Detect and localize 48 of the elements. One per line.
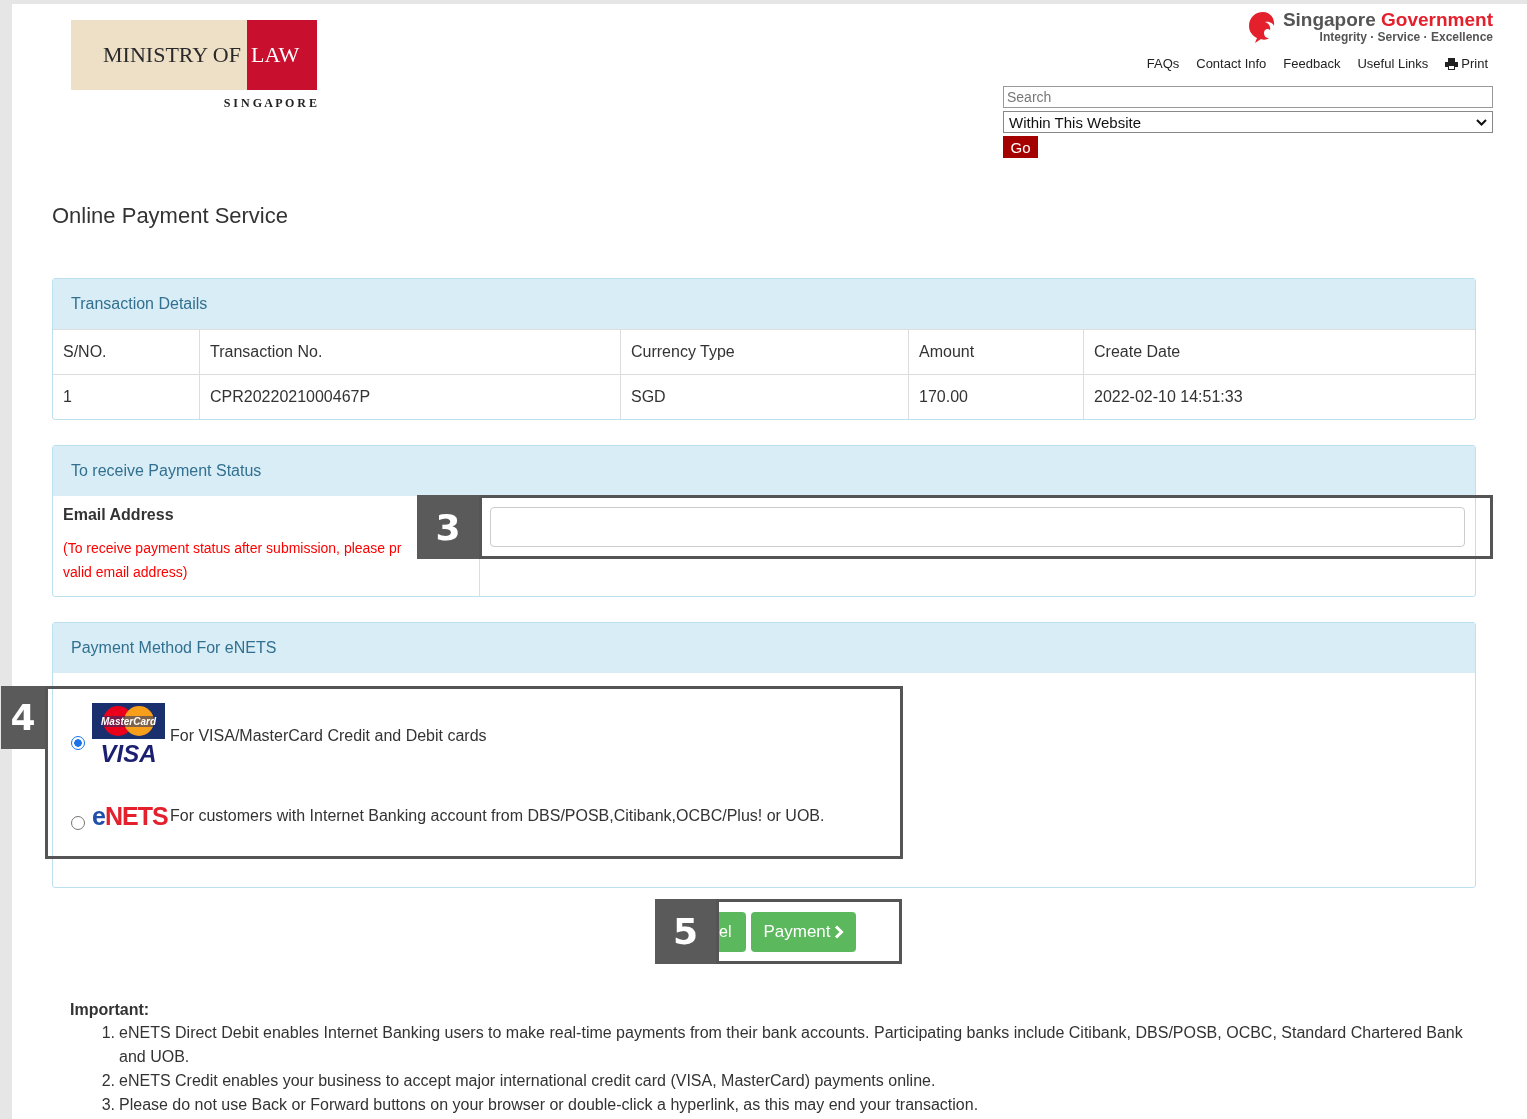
important-note: eNETS Direct Debit enables Internet Banking users to make real-time payments from their bank accounts. Participating banks include Citibank, DBS/POSB, OCBC, Standard Chartered Bank and UOB. xyxy=(119,1023,1464,1067)
go-button[interactable]: Go xyxy=(1003,136,1038,158)
callout-number: 5 xyxy=(655,899,716,964)
page-title: Online Payment Service xyxy=(52,203,289,229)
panel-heading: Transaction Details xyxy=(53,279,1475,329)
nav-link[interactable]: Print xyxy=(1445,56,1488,71)
chevron-right-icon xyxy=(833,924,844,939)
column-header: S/NO. xyxy=(53,329,199,374)
list-number: 2. xyxy=(100,1071,116,1091)
email-label: Email Address xyxy=(63,506,175,524)
nav-link[interactable]: Feedback xyxy=(1283,56,1341,71)
email-field[interactable] xyxy=(490,507,1465,547)
column-header: Create Date xyxy=(1083,329,1475,374)
logo-country: S I N G A P O R E xyxy=(223,96,317,111)
list-number: 1. xyxy=(100,1023,116,1043)
radio-button[interactable] xyxy=(71,736,85,750)
government-tagline: Integrity · Service · Excellence xyxy=(1319,30,1493,44)
nav-link[interactable]: Contact Info xyxy=(1196,56,1267,71)
government-logo-text: Singapore Government xyxy=(1282,10,1493,30)
option-label: For customers with Internet Banking account from DBS/POSB,Citibank,OCBC/Plus! or UOB. xyxy=(170,807,825,825)
printer-icon xyxy=(1445,57,1459,70)
nav-link[interactable]: FAQs xyxy=(1146,56,1180,71)
table-cell: SGD xyxy=(620,374,908,419)
email-hint: (To receive payment status after submission, please pr xyxy=(63,539,403,558)
column-header: Transaction No. xyxy=(199,329,620,374)
table-cell: 1 xyxy=(53,374,199,419)
table-cell: 2022-02-10 14:51:33 xyxy=(1083,374,1475,419)
table-cell: CPR2022021000467P xyxy=(199,374,620,419)
important-note: eNETS Credit enables your business to accept major international credit card (VISA, MasterCard) payments online. xyxy=(119,1071,936,1091)
logo-text: LAW xyxy=(247,20,317,90)
search-field[interactable]: Search xyxy=(1003,86,1493,108)
important-heading: Important: xyxy=(70,1001,151,1019)
callout-number: 3 xyxy=(417,495,479,559)
logo-text: MINISTRY OF xyxy=(71,20,247,90)
callout-number: 4 xyxy=(1,686,45,749)
column-header: Currency Type xyxy=(620,329,908,374)
list-number: 3. xyxy=(100,1095,116,1115)
panel-heading: To receive Payment Status xyxy=(53,446,1475,496)
table-cell: 170.00 xyxy=(908,374,1083,419)
scope-select[interactable]: Within This Website xyxy=(1003,111,1493,133)
column-header: Amount xyxy=(908,329,1083,374)
important-note: Please do not use Back or Forward buttons on your browser or double-click a hyperlink, as this may end your transaction. xyxy=(119,1095,979,1115)
option-label: For VISA/MasterCard Credit and Debit cards xyxy=(170,727,487,745)
email-hint: valid email address) xyxy=(63,563,189,582)
chevron-down-icon xyxy=(1476,118,1487,126)
panel-heading: Payment Method For eNETS xyxy=(53,623,1475,673)
nav-link[interactable]: Useful Links xyxy=(1357,56,1429,71)
radio-button[interactable] xyxy=(71,816,85,830)
